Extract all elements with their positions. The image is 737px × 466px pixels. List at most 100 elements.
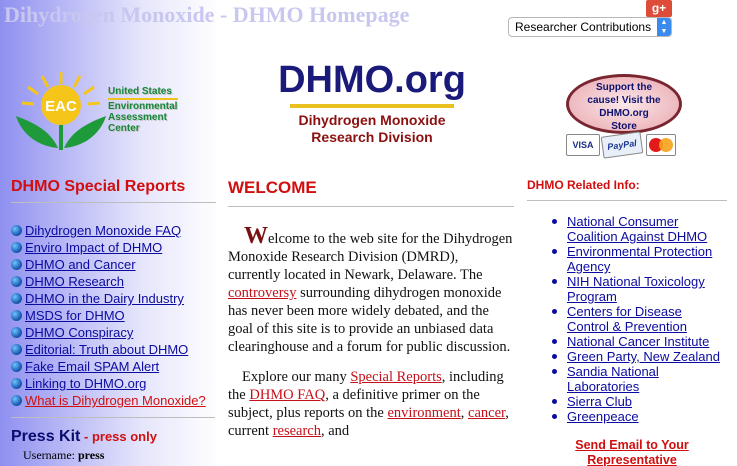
related-link-sandia[interactable]: Sandia National Laboratories [567, 364, 659, 394]
contributions-select[interactable]: Researcher Contributions ▲ ▼ [508, 17, 672, 37]
list-item: MSDS for DHMO [11, 307, 216, 324]
research-link[interactable]: research [273, 423, 321, 439]
globe-icon [11, 293, 22, 304]
stem [59, 125, 63, 150]
list-item: DHMO Research [11, 273, 216, 290]
report-link-msds[interactable]: MSDS for DHMO [25, 308, 125, 323]
report-link-dairy[interactable]: DHMO in the Dairy Industry [25, 291, 184, 306]
related-link-nci[interactable]: National Cancer Institute [567, 334, 709, 349]
list-item: Green Party, New Zealand [552, 349, 727, 364]
globe-icon [11, 378, 22, 389]
report-link-what-is[interactable]: What is Dihydrogen Monoxide? [25, 393, 206, 408]
paypal-icon: PayPal [600, 131, 644, 159]
list-item: NIH National Toxicology Program [552, 274, 727, 304]
eac-logo[interactable]: EAC [14, 70, 109, 152]
press-only-note: press only [91, 429, 157, 444]
list-item: DHMO and Cancer [11, 256, 216, 273]
globe-icon [11, 259, 22, 270]
globe-icon [11, 225, 22, 236]
store-line3: DHMO.org [599, 108, 649, 119]
send-email-link[interactable]: Send Email to Your Representative [527, 438, 727, 466]
eac-text: United States Environmental Assessment C… [108, 86, 198, 134]
special-reports-list: Dihydrogen Monoxide FAQ Enviro Impact of… [11, 222, 216, 409]
list-item: Centers for Disease Control & Prevention [552, 304, 727, 334]
eac-logo-text: EAC [45, 98, 77, 115]
store-line4: Store [611, 121, 637, 132]
related-link-cdc[interactable]: Centers for Disease Control & Prevention [567, 304, 687, 334]
list-item: Sandia National Laboratories [552, 364, 727, 394]
related-link-ncc[interactable]: National Consumer Coalition Against DHMO [567, 214, 707, 244]
related-link-sierra-club[interactable]: Sierra Club [567, 394, 632, 409]
eac-divider [108, 98, 178, 100]
logo-subtitle-line1: Dihydrogen Monoxide [298, 112, 446, 128]
welcome-heading: WELCOME [228, 178, 317, 197]
paragraph-text: , [460, 405, 469, 421]
controversy-link[interactable]: controversy [228, 285, 296, 301]
report-link-spam[interactable]: Fake Email SPAM Alert [25, 359, 159, 374]
eac-line4: Center [108, 123, 140, 134]
list-item: Editorial: Truth about DHMO [11, 341, 216, 358]
related-link-green-party[interactable]: Green Party, New Zealand [567, 349, 720, 364]
select-value: Researcher Contributions [515, 20, 652, 34]
eac-line1: United States [108, 86, 172, 97]
globe-icon [11, 344, 22, 355]
related-links-list: National Consumer Coalition Against DHMO… [527, 214, 727, 424]
dhmo-faq-link[interactable]: DHMO FAQ [249, 387, 325, 403]
explore-paragraph: Explore our many Special Reports, includ… [228, 368, 514, 440]
report-link-faq[interactable]: Dihydrogen Monoxide FAQ [25, 223, 181, 238]
username-value: press [77, 448, 105, 462]
left-column: DHMO Special Reports Dihydrogen Monoxide… [11, 178, 216, 463]
welcome-paragraph: Welcome to the web site for the Dihydrog… [228, 224, 514, 356]
drop-cap: W [244, 223, 268, 249]
divider [11, 202, 216, 203]
list-item: Enviro Impact of DHMO [11, 239, 216, 256]
globe-icon [11, 310, 22, 321]
visa-card-icon: VISA [566, 134, 600, 156]
list-item: Fake Email SPAM Alert [11, 358, 216, 375]
press-kit-title: Press Kit [11, 428, 81, 445]
globe-icon [11, 327, 22, 338]
username-label: Username: [23, 448, 75, 462]
paragraph-text: elcome to the web site for the Dihydroge… [228, 231, 513, 283]
list-item: DHMO Conspiracy [11, 324, 216, 341]
list-item: DHMO in the Dairy Industry [11, 290, 216, 307]
google-plus-icon[interactable]: g+ [646, 0, 672, 17]
globe-icon [11, 361, 22, 372]
cancer-link[interactable]: cancer [468, 405, 505, 421]
center-column: WELCOME Welcome to the web site for the … [228, 178, 514, 440]
dhmo-logo[interactable]: DHMO.org Dihydrogen Monoxide Research Di… [274, 60, 470, 146]
paragraph-text: , and [320, 423, 350, 439]
globe-icon [11, 395, 22, 406]
logo-title: DHMO.org [278, 59, 466, 101]
logo-subtitle-line2: Research Division [311, 129, 433, 145]
paragraph-text: Explore our many [242, 369, 351, 385]
mastercard-icon [646, 134, 676, 156]
related-info-heading: DHMO Related Info: [527, 178, 640, 192]
press-username: Username: press [11, 448, 216, 463]
list-item: National Cancer Institute [552, 334, 727, 349]
divider [11, 417, 215, 418]
report-link-conspiracy[interactable]: DHMO Conspiracy [25, 325, 133, 340]
divider [228, 206, 514, 207]
store-badge[interactable]: Support the cause! Visit the DHMO.org St… [566, 74, 682, 134]
report-link-cancer[interactable]: DHMO and Cancer [25, 257, 136, 272]
press-kit-heading: Press Kit - press only [11, 428, 216, 446]
list-item: Environmental Protection Agency [552, 244, 727, 274]
right-column: DHMO Related Info: National Consumer Coa… [527, 178, 727, 466]
special-reports-link[interactable]: Special Reports [350, 369, 441, 385]
logo-bar [290, 104, 454, 108]
related-link-greenpeace[interactable]: Greenpeace [567, 409, 639, 424]
related-link-epa[interactable]: Environmental Protection Agency [567, 244, 712, 274]
related-link-nih[interactable]: NIH National Toxicology Program [567, 274, 705, 304]
report-link-enviro[interactable]: Enviro Impact of DHMO [25, 240, 162, 255]
list-item: Dihydrogen Monoxide FAQ [11, 222, 216, 239]
environment-link[interactable]: environment [387, 405, 460, 421]
report-link-linking[interactable]: Linking to DHMO.org [25, 376, 146, 391]
report-link-editorial[interactable]: Editorial: Truth about DHMO [25, 342, 188, 357]
list-item: Greenpeace [552, 409, 727, 424]
divider [527, 200, 727, 201]
list-item: What is Dihydrogen Monoxide? [11, 392, 216, 409]
report-link-research[interactable]: DHMO Research [25, 274, 124, 289]
store-line1: Support the [595, 82, 653, 93]
globe-icon [11, 242, 22, 253]
